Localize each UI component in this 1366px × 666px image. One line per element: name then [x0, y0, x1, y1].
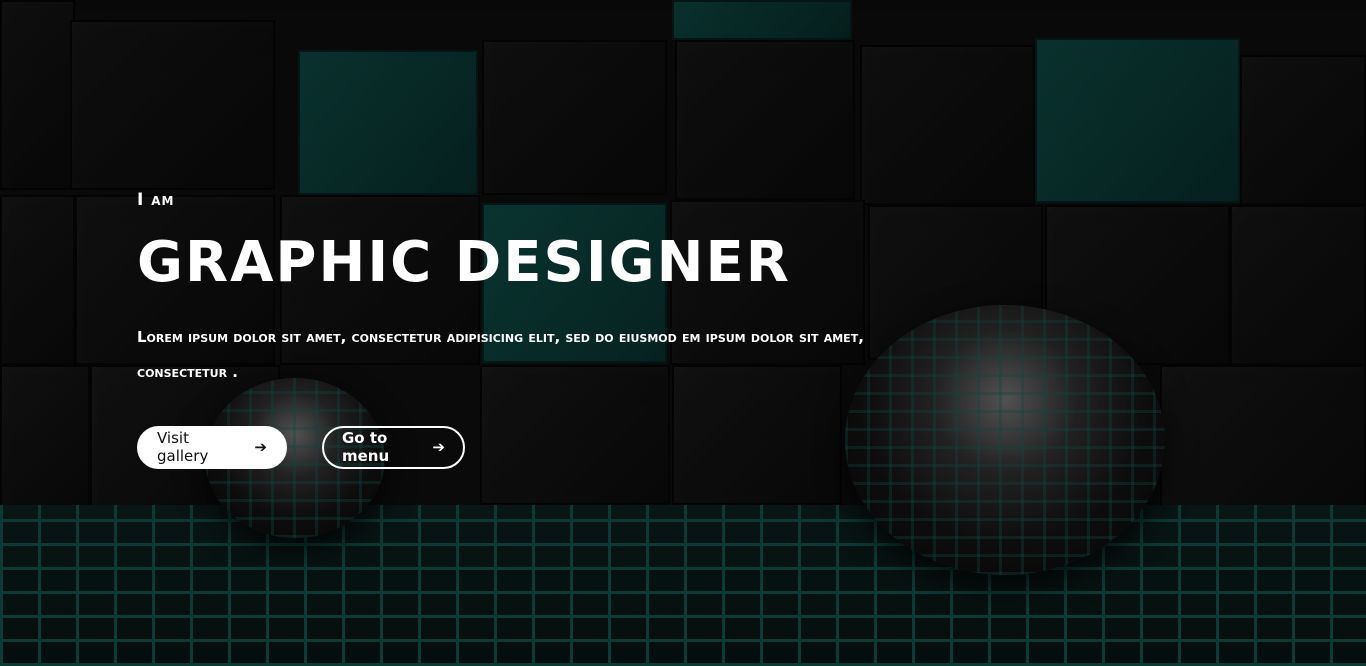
- arrow-right-icon: ➔: [254, 438, 267, 457]
- hero-description: Lorem ipsum dolor sit amet, consectetur …: [137, 327, 864, 381]
- hero-eyebrow: I am: [137, 190, 175, 210]
- go-to-menu-label: Go to menu: [342, 429, 390, 466]
- arrow-right-icon: ➔: [432, 438, 445, 457]
- hero-title: GRAPHIC DESIGNER: [137, 230, 791, 295]
- hero-actions: Visit gallery ➔ Go to menu ➔: [137, 425, 927, 469]
- hero-section: I am GRAPHIC DESIGNER Lorem ipsum dolor …: [0, 0, 1366, 666]
- hero-content: I am GRAPHIC DESIGNER Lorem ipsum dolor …: [137, 190, 927, 469]
- visit-gallery-label: Visit gallery: [157, 429, 209, 466]
- go-to-menu-button[interactable]: Go to menu ➔: [322, 425, 465, 469]
- visit-gallery-button[interactable]: Visit gallery ➔: [137, 425, 287, 469]
